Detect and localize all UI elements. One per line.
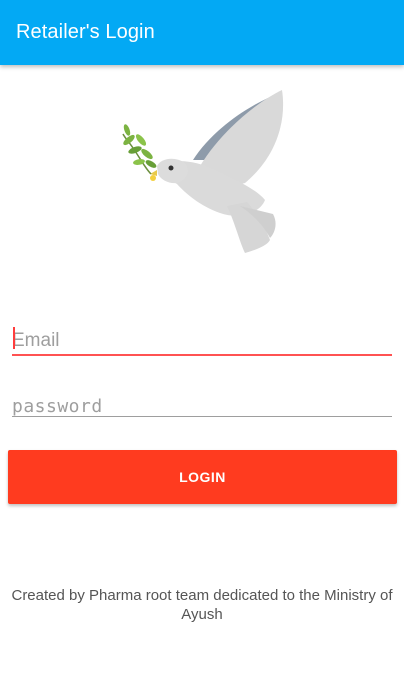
password-field[interactable] [12,386,392,426]
login-button[interactable]: LOGIN [8,450,397,504]
text-cursor [13,327,15,349]
footer-credit-text: Created by Pharma root team dedicated to… [11,587,393,623]
password-input[interactable] [12,386,392,426]
app-title: Retailer's Login [16,21,155,43]
email-underline [12,354,392,356]
app-bar: Retailer's Login [0,0,404,65]
password-underline [12,416,392,417]
dove-logo-icon [115,88,290,258]
email-field[interactable] [12,321,392,361]
